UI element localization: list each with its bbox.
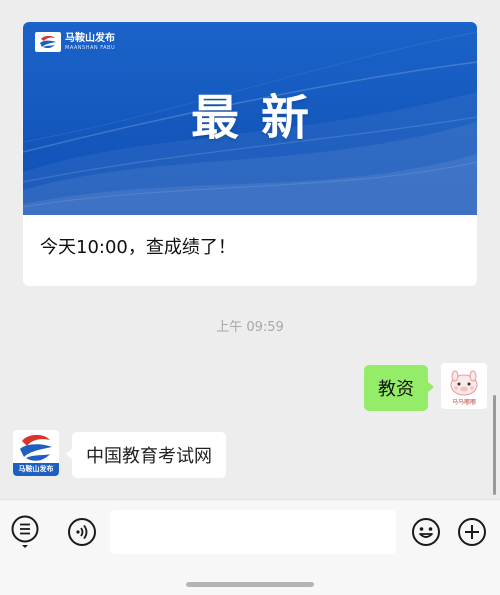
chat-screen: 马鞍山发布 MAANSHAN FABU 最新 今天10:00，查成绩了！ 上午 … <box>0 0 500 595</box>
maanshan-logo-icon <box>20 434 52 461</box>
banner-logo-name: 马鞍山发布 <box>65 32 115 44</box>
voice-icon <box>68 518 96 546</box>
plus-icon <box>458 518 486 546</box>
maanshan-logo-icon <box>35 32 61 52</box>
message-timestamp: 上午 09:59 <box>216 320 284 335</box>
banner-title: 最新 <box>190 90 331 146</box>
incoming-message-text: 中国教育考试网 <box>86 446 212 467</box>
message-input[interactable] <box>110 510 396 554</box>
home-indicator[interactable] <box>186 582 314 587</box>
user-avatar[interactable]: 马马嘟嘟 <box>441 363 487 409</box>
article-banner: 马鞍山发布 MAANSHAN FABU 最新 <box>23 22 477 215</box>
menu-list-button[interactable] <box>9 515 41 548</box>
banner-logo: 马鞍山发布 MAANSHAN FABU <box>35 32 115 52</box>
chat-input-bar <box>0 499 500 595</box>
emoji-button[interactable] <box>410 516 442 548</box>
article-card[interactable]: 马鞍山发布 MAANSHAN FABU 最新 今天10:00，查成绩了！ <box>23 22 477 286</box>
banner-logo-subtitle: MAANSHAN FABU <box>65 44 116 51</box>
more-functions-button[interactable] <box>456 516 488 548</box>
menu-list-icon <box>11 515 39 548</box>
voice-button[interactable] <box>66 516 98 548</box>
emoji-icon <box>412 518 440 546</box>
outgoing-message-bubble[interactable]: 教资 <box>364 365 434 411</box>
official-account-avatar-label: 马鞍山发布 <box>13 463 59 476</box>
chat-scrollbar[interactable] <box>493 395 496 495</box>
official-account-avatar[interactable]: 马鞍山发布 <box>13 430 59 476</box>
outgoing-message-text: 教资 <box>378 379 414 400</box>
article-caption[interactable]: 今天10:00，查成绩了！ <box>40 233 236 259</box>
user-avatar-label: 马马嘟嘟 <box>451 399 476 406</box>
incoming-message-bubble[interactable]: 中国教育考试网 <box>66 432 226 478</box>
